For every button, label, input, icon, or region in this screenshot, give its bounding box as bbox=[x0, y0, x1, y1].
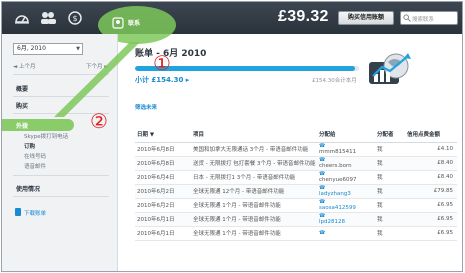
row-amount: £8.40 bbox=[405, 170, 457, 185]
table-row[interactable]: 2010年6月8日 送货 - 无限拨打 包打套餐 3个月 - 带语音邮件功能 ☎ ch… bbox=[135, 156, 457, 171]
assignee-name[interactable]: cheers.born bbox=[319, 163, 375, 170]
row-assigner: 我 bbox=[375, 170, 405, 185]
divider bbox=[13, 175, 109, 176]
sidebar-item-voicemail[interactable]: 语音邮件 bbox=[24, 162, 46, 170]
sidebar-item-purchases[interactable]: 购买 bbox=[16, 101, 28, 110]
filter-future-link[interactable]: 筛选未来 bbox=[135, 103, 157, 111]
row-assignee[interactable]: ☎ chenyue6097 bbox=[317, 170, 375, 185]
divider bbox=[13, 96, 109, 97]
sidebar-item-outgoing[interactable]: 外拨 bbox=[2, 119, 74, 131]
row-assignee[interactable]: ☎ bbox=[317, 226, 375, 241]
subtotal-link[interactable]: 小计 £154.30 ▸ bbox=[135, 75, 189, 85]
row-date: 2010年6月1日 bbox=[135, 212, 191, 227]
assignee-name[interactable]: mmm815411 bbox=[319, 149, 375, 156]
month-total-label: £154.30合计本月 bbox=[312, 78, 357, 84]
sidebar: 6月, 2010 ▼ ◄ 上个月 下个月 ► 概要 购买 外拨 Skype拨打到… bbox=[2, 34, 118, 271]
row-assigner: 我 bbox=[375, 156, 405, 171]
contact-icon: ☎ bbox=[319, 229, 326, 236]
row-item: 全球无限通 12个月 - 带语音邮件功能 bbox=[191, 184, 317, 199]
row-date: 2010年6月8日 bbox=[135, 142, 191, 157]
row-amount: £6.95 bbox=[405, 198, 457, 213]
table-row[interactable]: 2010年6月2日 全球无限通 1个月 - 带语音邮件功能 ☎ saosa412599… bbox=[135, 198, 457, 213]
search-icon bbox=[403, 14, 411, 24]
top-nav-bar: $ 联系 £39.32 购买信用账额 搜索联系 bbox=[2, 2, 462, 44]
row-amount: £6.95 bbox=[405, 226, 457, 241]
table-header-row: 日期 ▼ 项目 分配给 分配者 信用点费金额 bbox=[135, 126, 457, 143]
month-select-value: 6月, 2010 bbox=[17, 45, 46, 52]
home-dashboard-icon[interactable] bbox=[14, 10, 30, 26]
row-item: 全球无限通 1个月 - 带语音邮件功能 bbox=[191, 226, 317, 241]
row-assigner: 我 bbox=[375, 184, 405, 199]
svg-text:$: $ bbox=[72, 14, 77, 23]
row-item: 美国和加拿大无限通话 3个月 - 带语音邮件功能 bbox=[191, 142, 317, 157]
row-item: 全球无限通 1个月 - 带语音邮件功能 bbox=[191, 198, 317, 213]
row-amount: £79.85 bbox=[405, 184, 457, 199]
next-month-link[interactable]: 下个月 ► bbox=[86, 62, 108, 70]
col-date-header[interactable]: 日期 ▼ bbox=[135, 126, 191, 143]
divider bbox=[13, 74, 109, 75]
assignee-name[interactable]: lpd28128 bbox=[319, 219, 375, 226]
row-assigner: 我 bbox=[375, 212, 405, 227]
row-item: 送货 - 无限拨打 包打套餐 3个月 - 带语音邮件功能 bbox=[191, 156, 317, 171]
sidebar-item-subscriptions[interactable]: 订购 bbox=[24, 142, 35, 150]
col-assignee-header: 分配给 bbox=[317, 126, 375, 143]
row-assignee[interactable]: ☎ cheers.born bbox=[317, 156, 375, 171]
world-calls-chart-icon bbox=[368, 52, 412, 88]
buy-credit-button[interactable]: 购买信用账额 bbox=[338, 11, 394, 25]
sidebar-item-skypeout[interactable]: Skype拨打到电话 bbox=[24, 132, 68, 140]
download-bill-link[interactable]: 下载账单 bbox=[24, 209, 46, 217]
table-row[interactable]: 2010年6月2日 全球无限通 12个月 - 带语音邮件功能 ☎ ladyzhang3… bbox=[135, 184, 457, 199]
row-assigner: 我 bbox=[375, 226, 405, 241]
row-assigner: 我 bbox=[375, 142, 405, 157]
divider bbox=[13, 196, 109, 197]
col-amount-header: 信用点费金额 bbox=[405, 126, 457, 143]
row-assignee[interactable]: ☎ mmm815411 bbox=[317, 142, 375, 157]
search-placeholder: 搜索联系 bbox=[412, 17, 435, 23]
row-assigner: 我 bbox=[375, 198, 405, 213]
table-row[interactable]: 2010年6月8日 美国和加拿大无限通话 3个月 - 带语音邮件功能 ☎ mmm815… bbox=[135, 142, 457, 157]
row-assignee[interactable]: ☎ saosa412599 bbox=[317, 198, 375, 213]
row-amount: £4.10 bbox=[405, 142, 457, 157]
table-row[interactable]: 2010年6月4日 日本 - 无限拨打1 3个月 - 带语音邮件功能 ☎ chenyu… bbox=[135, 170, 457, 185]
row-date: 2010年6月4日 bbox=[135, 170, 191, 185]
row-date: 2010年6月2日 bbox=[135, 198, 191, 213]
subscriptions-table: 日期 ▼ 项目 分配给 分配者 信用点费金额 2010年6月8日 美国和加拿大无限… bbox=[135, 126, 457, 241]
row-item: 全球无限通 1个月 - 带语音邮件功能 bbox=[191, 212, 317, 227]
row-item: 日本 - 无限拨打1 3个月 - 带语音邮件功能 bbox=[191, 170, 317, 185]
search-contacts-input[interactable]: 搜索联系 bbox=[400, 11, 458, 25]
main-content: 账单 - 6月 2010 小计 £154.30 ▸ £154.30合计本月 ① … bbox=[118, 34, 462, 271]
col-item-header: 项目 bbox=[191, 126, 317, 143]
row-assignee[interactable]: ☎ lpd28128 bbox=[317, 212, 375, 227]
row-assignee[interactable]: ☎ ladyzhang3 bbox=[317, 184, 375, 199]
row-date: 2010年6月1日 bbox=[135, 226, 191, 241]
month-select[interactable]: 6月, 2010 ▼ bbox=[13, 43, 83, 55]
sidebar-item-outgoing-label: 外拨 bbox=[16, 123, 29, 130]
row-amount: £8.40 bbox=[405, 156, 457, 171]
assignee-name[interactable]: ladyzhang3 bbox=[319, 191, 375, 198]
row-date: 2010年6月2日 bbox=[135, 184, 191, 199]
table-row[interactable]: 2010年6月1日 全球无限通 1个月 - 带语音邮件功能 ☎ lpd28128 我 £6… bbox=[135, 212, 457, 227]
contacts-tab-icon bbox=[112, 17, 124, 31]
table-row[interactable]: 2010年6月1日 全球无限通 1个月 - 带语音邮件功能 ☎ 我 £6.95 bbox=[135, 226, 457, 241]
skype-account-window: $ 联系 £39.32 购买信用账额 搜索联系 6月, 2010 ▼ ◄ 上个月… bbox=[1, 1, 463, 272]
assignee-name[interactable]: saosa412599 bbox=[319, 205, 375, 212]
assignee-name[interactable]: chenyue6097 bbox=[319, 177, 375, 184]
people-icon[interactable] bbox=[39, 10, 56, 26]
contacts-tab-label: 联系 bbox=[128, 20, 141, 27]
sidebar-item-usage[interactable]: 使用情况 bbox=[16, 184, 40, 193]
previous-month-link[interactable]: ◄ 上个月 bbox=[13, 62, 35, 70]
sidebar-item-overview[interactable]: 概要 bbox=[16, 84, 28, 93]
chevron-down-icon: ▼ bbox=[76, 46, 80, 52]
tutorial-marker-2: ② bbox=[90, 109, 108, 133]
row-date: 2010年6月8日 bbox=[135, 156, 191, 171]
download-icon bbox=[15, 208, 21, 216]
sidebar-item-online-number[interactable]: 在线号码 bbox=[24, 152, 46, 160]
dollar-credit-icon[interactable]: $ bbox=[67, 10, 83, 26]
tutorial-marker-1: ① bbox=[153, 51, 171, 75]
row-amount: £6.95 bbox=[405, 212, 457, 227]
col-assigner-header: 分配者 bbox=[375, 126, 405, 143]
account-balance: £39.32 bbox=[278, 8, 329, 25]
